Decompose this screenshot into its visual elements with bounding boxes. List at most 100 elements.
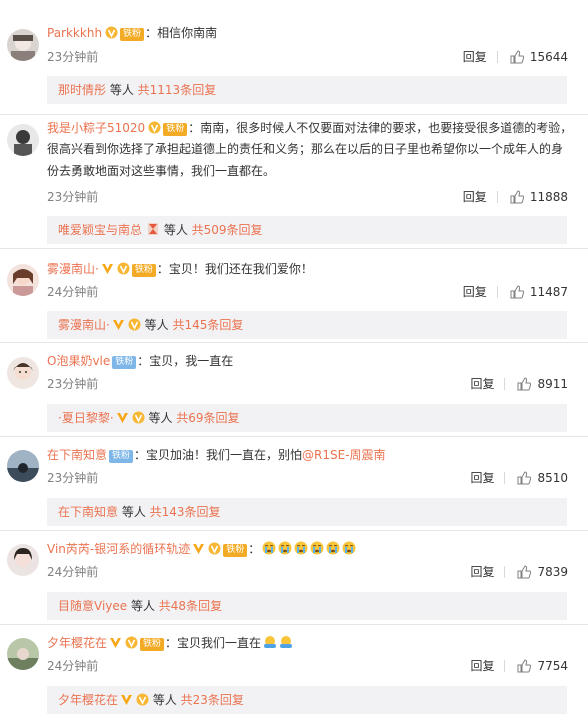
comment-time: 23分钟前: [47, 377, 99, 391]
comment-text: O泡果奶vle 铁粉 ：宝贝，我一直在: [47, 351, 574, 372]
fan-badge: 铁粉: [120, 28, 145, 41]
reply-button[interactable]: 回复: [470, 376, 494, 392]
comment-time: 24分钟前: [47, 285, 99, 299]
reply-total-link[interactable]: 共509条回复: [192, 223, 263, 237]
comment-content: ：南南，很多时候人不仅要面对法律的要求，也要接受很多道德的考验，: [188, 121, 573, 135]
hourglass-emoji-icon: [146, 218, 160, 235]
verified-v-icon: [101, 261, 114, 274]
thumbs-up-icon[interactable]: [517, 377, 532, 391]
like-count[interactable]: 11487: [530, 284, 568, 300]
username-link[interactable]: O泡果奶vle: [47, 354, 110, 368]
reply-summary[interactable]: 目随意Viyee 等人 共48条回复: [47, 592, 567, 620]
avatar[interactable]: [7, 264, 39, 296]
thumbs-up-icon[interactable]: [517, 565, 532, 579]
reply-summary[interactable]: 夕年樱花在 等人 共23条回复: [47, 686, 567, 714]
reply-button[interactable]: 回复: [470, 658, 494, 674]
verified-v-icon: [120, 688, 133, 705]
username-link[interactable]: Parkkkhh: [47, 26, 102, 40]
thumbs-up-icon[interactable]: [510, 50, 524, 64]
reply-user[interactable]: 唯爱颖宝与南总: [58, 223, 142, 237]
comment-actions: 回复 7754: [470, 658, 568, 674]
like-count[interactable]: 8510: [537, 470, 568, 486]
thumbs-up-icon[interactable]: [517, 471, 532, 485]
thumbs-up-icon[interactable]: [517, 659, 532, 673]
comment-item: 我是小粽子51020 铁粉 ：南南，很多时候人不仅要面对法律的要求，也要接受很多道德…: [0, 115, 588, 255]
like-count[interactable]: 11888: [530, 189, 568, 205]
comment-content: ：相信你南南: [145, 26, 218, 40]
fan-badge: 铁粉: [131, 264, 156, 277]
reply-total-link[interactable]: 共1113条回复: [138, 83, 217, 97]
reply-total-link[interactable]: 共145条回复: [172, 318, 243, 332]
vip-icon: [148, 120, 161, 134]
comment-item: 雾漫南山· 铁粉 ：宝贝！我们还在我们爱你！ 24分钟前 回复 11487 雾漫南山…: [0, 249, 588, 343]
avatar[interactable]: [7, 450, 39, 482]
crying-emoji-icon: [278, 541, 292, 555]
reply-button[interactable]: 回复: [470, 470, 494, 486]
reply-summary[interactable]: 那时倩彤 等人 共1113条回复: [47, 76, 567, 104]
reply-total-link[interactable]: 共143条回复: [150, 505, 221, 519]
comment-text: Parkkkhh 铁粉 ：相信你南南: [47, 23, 574, 44]
avatar[interactable]: [7, 29, 39, 61]
avatar[interactable]: [7, 357, 39, 389]
vip-icon: [105, 25, 118, 39]
thumbs-up-icon[interactable]: [510, 285, 524, 299]
reply-summary[interactable]: 在下南知意 等人 共143条回复: [47, 498, 567, 526]
comment-actions: 回复 11487: [463, 284, 568, 300]
comment-item: 在下南知意 铁粉 ：宝贝加油！我们一直在，别怕@R1SE-周震南 23分钟前 回复 …: [0, 437, 588, 529]
reply-user[interactable]: 在下南知意: [58, 505, 118, 519]
reply-user[interactable]: ·夏日黎黎·: [58, 411, 114, 425]
avatar[interactable]: [7, 124, 39, 156]
username-link[interactable]: 在下南知意: [47, 448, 107, 462]
thumbs-up-icon[interactable]: [510, 190, 524, 204]
verified-v-icon: [116, 406, 129, 423]
avatar[interactable]: [7, 638, 39, 670]
like-count[interactable]: 8911: [537, 376, 568, 392]
like-count[interactable]: 7839: [537, 564, 568, 580]
reply-user[interactable]: 那时倩彤: [58, 83, 106, 97]
comment-text: 在下南知意 铁粉 ：宝贝加油！我们一直在，别怕@R1SE-周震南: [47, 445, 574, 466]
comment-actions: 回复 7839: [470, 564, 568, 580]
username-link[interactable]: Vin芮芮-银河系的循环轨迹: [47, 542, 190, 556]
reply-user[interactable]: 雾漫南山·: [58, 318, 110, 332]
comment-text-line: 份去勇敢地面对这些事情，我们一直都在。: [47, 164, 276, 178]
fan-badge: 铁粉: [223, 544, 248, 557]
like-count[interactable]: 15644: [530, 49, 568, 65]
reply-button[interactable]: 回复: [463, 284, 487, 300]
vip-icon: [136, 688, 149, 706]
comment-item: 夕年樱花在 铁粉 ：宝贝我们一直在 24分钟前 回复 7754 夕年樱花在 等人 共…: [0, 625, 588, 728]
reply-button[interactable]: 回复: [470, 564, 494, 580]
reply-summary[interactable]: ·夏日黎黎· 等人 共69条回复: [47, 404, 567, 432]
comment-time: 24分钟前: [47, 659, 99, 673]
reply-summary-text: 等人: [160, 223, 192, 237]
reply-summary-text: 等人: [106, 83, 138, 97]
reply-button[interactable]: 回复: [463, 189, 487, 205]
reply-user[interactable]: 夕年樱花在: [58, 693, 118, 707]
reply-summary[interactable]: 唯爱颖宝与南总 等人 共509条回复: [47, 216, 567, 244]
reply-summary[interactable]: 雾漫南山· 等人 共145条回复: [47, 311, 567, 339]
reply-user[interactable]: 目随意Viyee: [58, 599, 127, 613]
hug-emoji-icon: [263, 635, 277, 649]
username-link[interactable]: 我是小粽子51020: [47, 121, 145, 135]
comment-content: ：宝贝加油！我们一直在，别怕: [134, 448, 303, 462]
vip-icon: [128, 313, 141, 331]
divider: [496, 51, 498, 63]
crying-emoji-icon: [326, 541, 340, 555]
like-count[interactable]: 7754: [537, 658, 568, 674]
comment-time: 24分钟前: [47, 565, 99, 579]
comment-content: ：宝贝，我一直在: [137, 354, 234, 368]
reply-total-link[interactable]: 共69条回复: [176, 411, 239, 425]
username-link[interactable]: 夕年樱花在: [47, 636, 107, 650]
comment-actions: 回复 8510: [470, 470, 568, 486]
username-link[interactable]: 雾漫南山·: [47, 262, 99, 276]
vip-icon: [132, 406, 145, 424]
crying-emoji-icon: [294, 541, 308, 555]
reply-total-link[interactable]: 共48条回复: [159, 599, 222, 613]
verified-v-icon: [112, 313, 125, 330]
mention-link[interactable]: @R1SE-周震南: [302, 448, 386, 462]
crying-emoji-icon: [262, 541, 276, 555]
reply-total-link[interactable]: 共23条回复: [181, 693, 244, 707]
comment-text: 我是小粽子51020 铁粉 ：南南，很多时候人不仅要面对法律的要求，也要接受很多道德…: [47, 118, 574, 139]
avatar[interactable]: [7, 544, 39, 576]
reply-button[interactable]: 回复: [463, 49, 487, 65]
comment-actions: 回复 11888: [463, 189, 568, 205]
